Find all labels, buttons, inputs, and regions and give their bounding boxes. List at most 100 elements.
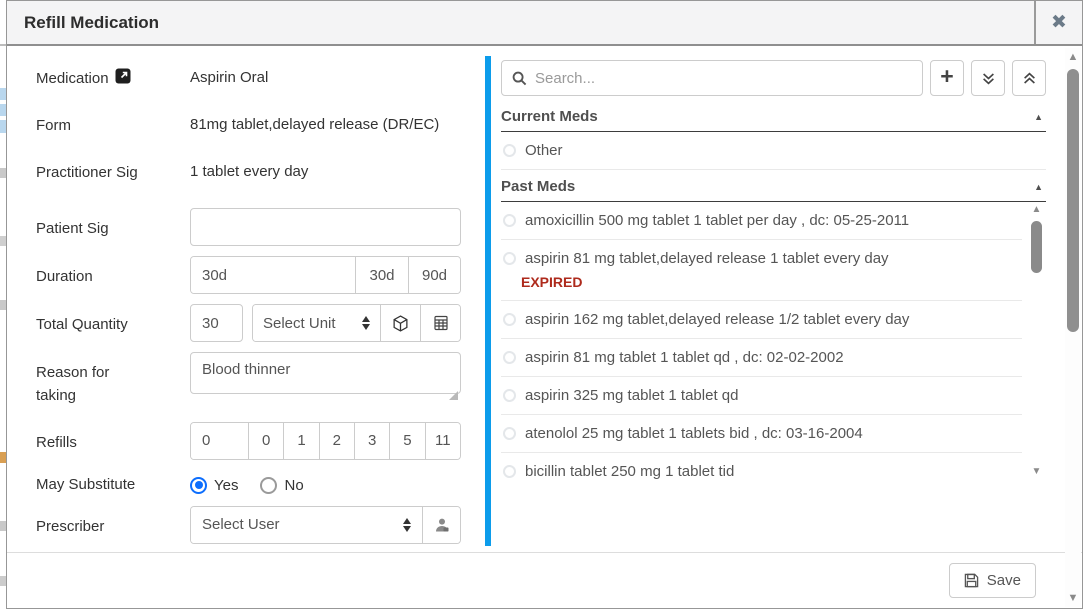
substitute-no-radio[interactable]: No [260, 477, 303, 494]
med-radio-icon [503, 214, 516, 227]
choose-user-button[interactable] [422, 507, 460, 543]
past-med-item[interactable]: aspirin 81 mg tablet 1 tablet qd , dc: 0… [501, 339, 1022, 377]
past-med-item[interactable]: aspirin 325 mg tablet 1 tablet qd [501, 377, 1022, 415]
scroll-up-arrow[interactable]: ▲ [1029, 205, 1044, 215]
dialog-footer: Save [7, 552, 1082, 608]
prescriber-row: Prescriber Select User [36, 506, 485, 544]
substitute-yes-radio[interactable]: Yes [190, 477, 238, 494]
calculator-icon [433, 315, 449, 331]
refills-1-button[interactable]: 1 [283, 423, 318, 459]
add-med-button[interactable]: + [930, 60, 964, 96]
past-med-item[interactable]: aspirin 162 mg tablet,delayed release 1/… [501, 301, 1022, 339]
collapse-triangle-icon: ▲ [1034, 182, 1046, 192]
medication-label: Medication [36, 67, 190, 97]
double-chevron-up-icon [1023, 72, 1036, 85]
scroll-up-arrow[interactable]: ▲ [1065, 51, 1081, 63]
dialog-scrollbar: ▲ ▼ [1065, 48, 1081, 607]
may-substitute-row: May Substitute Yes No [36, 466, 485, 498]
collapse-all-button[interactable] [1012, 60, 1046, 96]
duration-label: Duration [36, 265, 93, 288]
calculator-button[interactable] [420, 305, 460, 341]
refills-5-button[interactable]: 5 [389, 423, 424, 459]
package-cube-button[interactable] [380, 305, 420, 341]
prescriber-select[interactable]: Select User [191, 507, 422, 543]
med-radio-icon [503, 313, 516, 326]
past-med-item[interactable]: amoxicillin 500 mg tablet 1 tablet per d… [501, 202, 1022, 240]
med-radio-icon [503, 351, 516, 364]
prescriber-select-value: Select User [202, 516, 280, 533]
current-meds-header[interactable]: Current Meds ▲ [501, 108, 1046, 132]
form-value: 81mg tablet,delayed release (DR/EC) [190, 114, 439, 144]
past-med-item[interactable]: atenolol 25 mg tablet 1 tablets bid , dc… [501, 415, 1022, 453]
save-disk-icon [964, 573, 979, 588]
meds-search-input[interactable] [535, 70, 912, 87]
med-radio-icon [503, 144, 516, 157]
unit-select[interactable]: Select Unit [253, 305, 380, 341]
refill-medication-dialog: Refill Medication ✖ Medication Aspirin O… [6, 0, 1083, 609]
save-button[interactable]: Save [949, 563, 1036, 598]
medication-row: Medication Aspirin Oral [36, 67, 485, 97]
scrollbar-thumb[interactable] [1067, 69, 1079, 332]
double-chevron-down-icon [982, 72, 995, 85]
practitioner-sig-label: Practitioner Sig [36, 161, 138, 184]
dialog-body: Medication Aspirin Oral Form 81mg tablet… [7, 46, 1082, 552]
refills-label: Refills [36, 431, 77, 454]
past-med-item[interactable]: bicillin tablet 250 mg 1 tablet tid [501, 453, 1022, 480]
refills-row: Refills 0 1 2 3 5 11 [36, 422, 485, 460]
select-updown-icon [403, 518, 411, 532]
close-icon: ✖ [1051, 11, 1067, 34]
past-meds-header[interactable]: Past Meds ▲ [501, 178, 1046, 202]
refills-input[interactable] [191, 423, 248, 459]
med-radio-icon [503, 389, 516, 402]
refills-11-button[interactable]: 11 [425, 423, 460, 459]
patient-sig-input[interactable] [190, 208, 461, 246]
past-meds-scrollbar: ▲ ▼ [1029, 205, 1044, 477]
radio-selected-icon [190, 477, 207, 494]
total-quantity-input[interactable] [190, 304, 243, 342]
patient-sig-label: Patient Sig [36, 217, 109, 240]
form-label: Form [36, 114, 71, 137]
refill-form: Medication Aspirin Oral Form 81mg tablet… [7, 46, 485, 552]
scroll-down-arrow[interactable]: ▼ [1029, 467, 1044, 477]
reason-row: Reason for taking Blood thinner [36, 352, 485, 408]
radio-unselected-icon [260, 477, 277, 494]
close-button[interactable]: ✖ [1034, 1, 1082, 44]
practitioner-sig-value: 1 tablet every day [190, 161, 308, 191]
med-radio-icon [503, 465, 516, 478]
meds-panel: + Current Meds ▲ Other [485, 56, 1046, 546]
reason-textarea[interactable]: Blood thinner [190, 352, 461, 394]
duration-input[interactable] [191, 257, 355, 293]
select-updown-icon [362, 316, 370, 330]
medication-value: Aspirin Oral [190, 67, 268, 97]
unit-select-value: Select Unit [263, 315, 336, 332]
scroll-down-arrow[interactable]: ▼ [1065, 592, 1081, 604]
search-icon [512, 71, 527, 86]
past-med-item[interactable]: aspirin 81 mg tablet,delayed release 1 t… [501, 240, 1022, 267]
total-quantity-row: Total Quantity Select Unit [36, 304, 485, 342]
form-row: Form 81mg tablet,delayed release (DR/EC) [36, 114, 485, 144]
meds-toolbar: + [501, 60, 1046, 96]
dialog-header: Refill Medication ✖ [7, 1, 1082, 46]
reason-label: Reason for taking [36, 361, 136, 408]
refills-3-button[interactable]: 3 [354, 423, 389, 459]
meds-search[interactable] [501, 60, 923, 96]
practitioner-sig-row: Practitioner Sig 1 tablet every day [36, 161, 485, 191]
collapse-triangle-icon: ▲ [1034, 112, 1046, 122]
refills-2-button[interactable]: 2 [319, 423, 354, 459]
duration-row: Duration 30d 90d [36, 256, 485, 294]
may-substitute-label: May Substitute [36, 473, 135, 496]
duration-30d-button[interactable]: 30d [355, 257, 408, 293]
plus-icon: + [940, 63, 953, 90]
total-quantity-label: Total Quantity [36, 313, 128, 336]
duration-90d-button[interactable]: 90d [408, 257, 460, 293]
patient-sig-row: Patient Sig [36, 208, 485, 246]
expand-all-button[interactable] [971, 60, 1005, 96]
external-link-square-icon[interactable] [115, 68, 131, 84]
current-med-item-other[interactable]: Other [501, 132, 1046, 170]
prescriber-label: Prescriber [36, 515, 104, 538]
med-radio-icon [503, 427, 516, 440]
user-icon [434, 517, 450, 533]
med-radio-icon [503, 252, 516, 265]
scrollbar-thumb[interactable] [1031, 221, 1042, 273]
refills-0-button[interactable]: 0 [248, 423, 283, 459]
